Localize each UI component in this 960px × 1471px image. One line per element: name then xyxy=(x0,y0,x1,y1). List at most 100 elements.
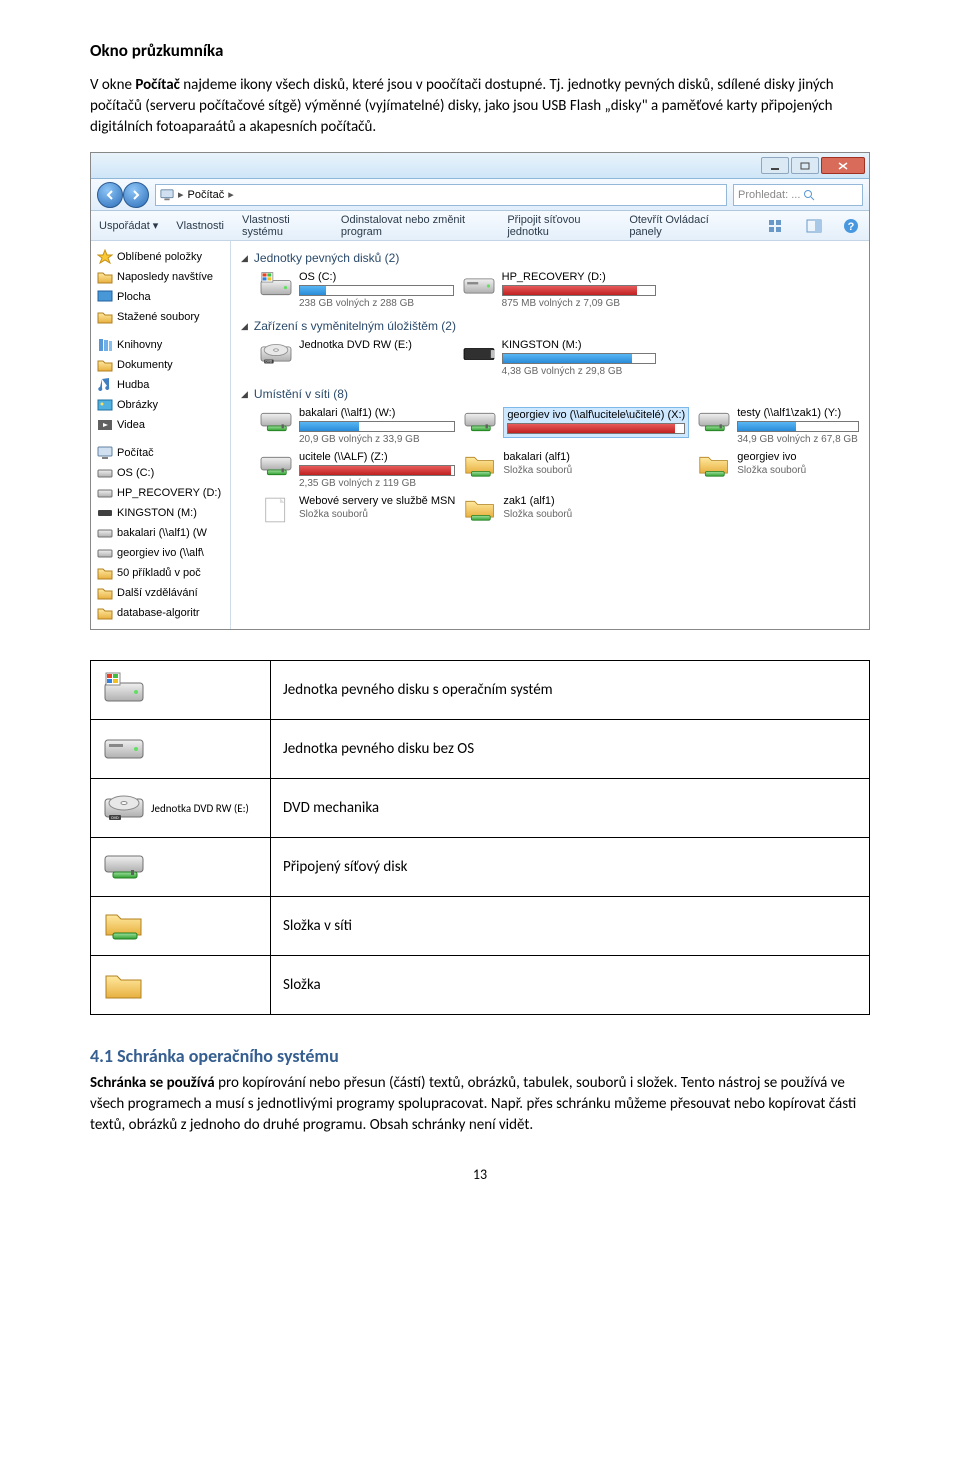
sidebar-computer-label: Počítač xyxy=(117,447,154,459)
sidebar-database-label: database-algoritr xyxy=(117,607,200,619)
sidebar-hp-rec-label: HP_RECOVERY (D:) xyxy=(117,487,221,499)
drive-ucitele-z[interactable]: ucitele (\\ALF) (Z:) 2,35 GB volných z 1… xyxy=(259,451,455,489)
sidebar-priklad-label: 50 příkladů v poč xyxy=(117,567,201,579)
drive-georgiev-x[interactable]: georgiev ivo (\\alf\ucitele\učitelé) (X:… xyxy=(463,407,689,445)
minimize-button[interactable] xyxy=(761,157,789,174)
window-titlebar xyxy=(91,153,869,179)
crumb-sep: ▸ xyxy=(178,188,184,201)
sidebar-favorites[interactable]: Oblíbené položky xyxy=(95,247,226,267)
sidebar-os-c[interactable]: OS (C:) xyxy=(95,463,226,483)
sidebar-libraries[interactable]: Knihovny xyxy=(95,335,226,355)
folder-icon xyxy=(97,585,113,601)
sidebar-kingston[interactable]: KINGSTON (M:) xyxy=(95,503,226,523)
drive-sub: 34,9 GB volných z 67,8 GB xyxy=(737,434,859,445)
drive-sub: Složka souborů xyxy=(299,509,455,520)
sidebar-music[interactable]: Hudba xyxy=(95,375,226,395)
drive-name: OS (C:) xyxy=(299,271,454,283)
sidebar-desktop-label: Plocha xyxy=(117,291,151,303)
sidebar-pictures-label: Obrázky xyxy=(117,399,158,411)
search-input[interactable]: Prohledat: ... xyxy=(733,184,863,206)
drive-name: testy (\\alf1\zak1) (Y:) xyxy=(737,407,859,419)
table-row: Připojený síťový disk xyxy=(91,838,870,897)
table-row: Složka v síti xyxy=(91,897,870,956)
sidebar-documents[interactable]: Dokumenty xyxy=(95,355,226,375)
back-button[interactable] xyxy=(97,182,123,208)
sidebar-priklad[interactable]: 50 příkladů v poč xyxy=(95,563,226,583)
usb-icon xyxy=(462,339,496,369)
intro-text-b: Počítač xyxy=(135,76,180,94)
crumb-computer[interactable]: Počítač xyxy=(188,189,225,201)
forward-button[interactable] xyxy=(123,182,149,208)
drive-zak1[interactable]: zak1 (alf1) Složka souborů xyxy=(463,495,689,525)
netdrive-icon xyxy=(103,848,145,886)
drive-os-c[interactable]: OS (C:) 238 GB volných z 288 GB xyxy=(259,271,454,309)
drive-icon xyxy=(97,485,113,501)
toolbar-map-drive[interactable]: Připojit síťovou jednotku xyxy=(507,214,611,238)
sidebar-desktop[interactable]: Plocha xyxy=(95,287,226,307)
drive-bakalari-alf1[interactable]: bakalari (alf1) Složka souborů xyxy=(463,451,689,489)
preview-button[interactable] xyxy=(804,217,823,235)
search-icon xyxy=(803,189,815,201)
hdd-win-icon xyxy=(259,271,293,301)
sidebar-hp-rec[interactable]: HP_RECOVERY (D:) xyxy=(95,483,226,503)
drive-kingston[interactable]: KINGSTON (M:) 4,38 GB volných z 29,8 GB xyxy=(462,339,657,377)
drive-msn[interactable]: Webové servery ve službě MSN Složka soub… xyxy=(259,495,455,525)
toolbar-uninstall[interactable]: Odinstalovat nebo změnit program xyxy=(341,214,489,238)
sidebar-recent[interactable]: Naposledy navštíve xyxy=(95,267,226,287)
drive-georgiev-folder[interactable]: georgiev ivo Složka souborů xyxy=(697,451,859,489)
sidebar-database[interactable]: database-algoritr xyxy=(95,603,226,623)
sidebar-pictures[interactable]: Obrázky xyxy=(95,395,226,415)
folder-icon xyxy=(103,966,145,1004)
view-button[interactable] xyxy=(767,217,786,235)
icon-cell xyxy=(91,661,271,720)
toolbar-organize[interactable]: Uspořádat ▾ xyxy=(99,219,158,232)
section-removable[interactable]: ◢Zařízení s vyměnitelným úložištěm (2) xyxy=(241,319,859,333)
star-icon xyxy=(97,249,113,265)
folder-icon xyxy=(97,309,113,325)
hdd-icon xyxy=(462,271,496,301)
drive-sub: Složka souborů xyxy=(503,465,689,476)
netfolder-icon xyxy=(463,495,497,525)
view-icon xyxy=(768,219,784,233)
table-row: Jednotka pevného disku bez OS xyxy=(91,720,870,779)
toolbar-sys-props[interactable]: Vlastnosti systému xyxy=(242,214,323,238)
sidebar-dalsi[interactable]: Další vzdělávání xyxy=(95,583,226,603)
nav-arrows xyxy=(97,182,149,208)
drive-name: georgiev ivo xyxy=(737,451,859,463)
maximize-button[interactable] xyxy=(791,157,819,174)
sidebar-downloads[interactable]: Stažené soubory xyxy=(95,307,226,327)
sidebar-georgiev[interactable]: georgiev ivo (\\alf\ xyxy=(95,543,226,563)
breadcrumb-bar[interactable]: ▸ Počítač ▸ xyxy=(155,184,727,206)
section-hdd-label: Jednotky pevných disků (2) xyxy=(254,251,399,265)
library-icon xyxy=(97,337,113,353)
table-row: Jednotka DVD RW (E:) DVD mechanika xyxy=(91,779,870,838)
drive-dvd[interactable]: Jednotka DVD RW (E:) xyxy=(259,339,454,377)
drive-sub: 2,35 GB volných z 119 GB xyxy=(299,478,455,489)
toolbar-properties[interactable]: Vlastnosti xyxy=(176,220,224,232)
drive-hp-recovery[interactable]: HP_RECOVERY (D:) 875 MB volných z 7,09 G… xyxy=(462,271,657,309)
sidebar-computer[interactable]: Počítač xyxy=(95,443,226,463)
toolbar-control-panel[interactable]: Otevřít Ovládací panely xyxy=(629,214,730,238)
section-network[interactable]: ◢Umístění v síti (8) xyxy=(241,387,859,401)
videos-icon xyxy=(97,417,113,433)
sidebar-bakalari[interactable]: bakalari (\\alf1) (W xyxy=(95,523,226,543)
drive-sub: Složka souborů xyxy=(737,465,859,476)
sidebar-dalsi-label: Další vzdělávání xyxy=(117,587,198,599)
drive-testy-y[interactable]: testy (\\alf1\zak1) (Y:) 34,9 GB volných… xyxy=(697,407,859,445)
netdrive-icon xyxy=(259,407,293,437)
label-cell: Složka xyxy=(271,956,870,1015)
sidebar-georgiev-label: georgiev ivo (\\alf\ xyxy=(117,547,204,559)
computer-icon xyxy=(97,445,113,461)
close-button[interactable] xyxy=(821,157,865,174)
sidebar: Oblíbené položky Naposledy navštíve Ploc… xyxy=(91,241,231,629)
label-cell: Jednotka pevného disku s operačním systé… xyxy=(271,661,870,720)
help-button[interactable]: ? xyxy=(842,217,861,235)
chevron-down-icon: ▾ xyxy=(153,219,159,232)
sidebar-favorites-label: Oblíbené položky xyxy=(117,251,202,263)
section-hdd[interactable]: ◢Jednotky pevných disků (2) xyxy=(241,251,859,265)
icon-cell xyxy=(91,897,271,956)
sidebar-videos[interactable]: Videa xyxy=(95,415,226,435)
forward-arrow-icon xyxy=(131,190,141,200)
drive-bakalari-w[interactable]: bakalari (\\alf1) (W:) 20,9 GB volných z… xyxy=(259,407,455,445)
drive-name: bakalari (\\alf1) (W:) xyxy=(299,407,455,419)
